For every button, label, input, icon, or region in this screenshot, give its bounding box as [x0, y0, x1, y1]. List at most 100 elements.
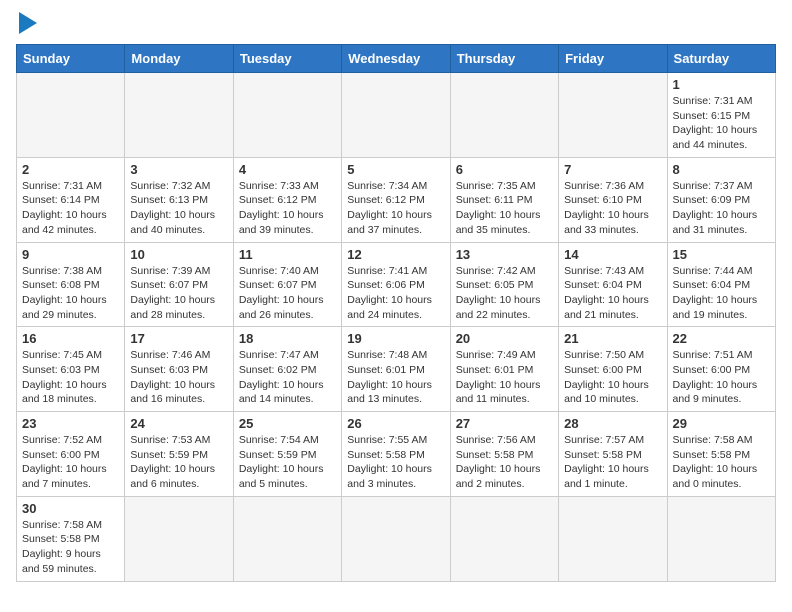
day-number: 5 [347, 162, 444, 177]
day-info: Sunrise: 7:42 AM Sunset: 6:05 PM Dayligh… [456, 264, 553, 323]
day-info: Sunrise: 7:51 AM Sunset: 6:00 PM Dayligh… [673, 348, 770, 407]
day-info: Sunrise: 7:54 AM Sunset: 5:59 PM Dayligh… [239, 433, 336, 492]
weekday-header-monday: Monday [125, 45, 233, 73]
day-number: 25 [239, 416, 336, 431]
day-number: 26 [347, 416, 444, 431]
day-number: 23 [22, 416, 119, 431]
day-number: 18 [239, 331, 336, 346]
calendar-cell: 4 Sunrise: 7:33 AM Sunset: 6:12 PM Daylig… [233, 157, 341, 242]
day-number: 7 [564, 162, 661, 177]
calendar-cell: 2 Sunrise: 7:31 AM Sunset: 6:14 PM Daylig… [17, 157, 125, 242]
day-number: 19 [347, 331, 444, 346]
day-info: Sunrise: 7:32 AM Sunset: 6:13 PM Dayligh… [130, 179, 227, 238]
day-number: 15 [673, 247, 770, 262]
day-info: Sunrise: 7:38 AM Sunset: 6:08 PM Dayligh… [22, 264, 119, 323]
day-number: 16 [22, 331, 119, 346]
calendar-cell [125, 73, 233, 158]
calendar-week-row: 2 Sunrise: 7:31 AM Sunset: 6:14 PM Daylig… [17, 157, 776, 242]
weekday-header-thursday: Thursday [450, 45, 558, 73]
calendar-cell: 12Sunrise: 7:41 AM Sunset: 6:06 PM Dayli… [342, 242, 450, 327]
day-number: 21 [564, 331, 661, 346]
day-info: Sunrise: 7:58 AM Sunset: 5:58 PM Dayligh… [673, 433, 770, 492]
day-number: 14 [564, 247, 661, 262]
calendar-cell [125, 496, 233, 581]
calendar-cell [559, 496, 667, 581]
day-number: 11 [239, 247, 336, 262]
day-info: Sunrise: 7:33 AM Sunset: 6:12 PM Dayligh… [239, 179, 336, 238]
day-number: 6 [456, 162, 553, 177]
day-info: Sunrise: 7:49 AM Sunset: 6:01 PM Dayligh… [456, 348, 553, 407]
day-info: Sunrise: 7:52 AM Sunset: 6:00 PM Dayligh… [22, 433, 119, 492]
day-info: Sunrise: 7:31 AM Sunset: 6:14 PM Dayligh… [22, 179, 119, 238]
calendar-cell: 16 Sunrise: 7:45 AM Sunset: 6:03 PM Dayli… [17, 327, 125, 412]
calendar-cell [450, 73, 558, 158]
day-info: Sunrise: 7:36 AM Sunset: 6:10 PM Dayligh… [564, 179, 661, 238]
calendar-cell: 9 Sunrise: 7:38 AM Sunset: 6:08 PM Daylig… [17, 242, 125, 327]
calendar-cell [667, 496, 775, 581]
calendar-cell [450, 496, 558, 581]
day-number: 29 [673, 416, 770, 431]
weekday-header-wednesday: Wednesday [342, 45, 450, 73]
calendar-table: SundayMondayTuesdayWednesdayThursdayFrid… [16, 44, 776, 582]
day-info: Sunrise: 7:56 AM Sunset: 5:58 PM Dayligh… [456, 433, 553, 492]
day-number: 8 [673, 162, 770, 177]
day-number: 20 [456, 331, 553, 346]
day-number: 10 [130, 247, 227, 262]
day-info: Sunrise: 7:50 AM Sunset: 6:00 PM Dayligh… [564, 348, 661, 407]
calendar-header-row: SundayMondayTuesdayWednesdayThursdayFrid… [17, 45, 776, 73]
calendar-cell: 6 Sunrise: 7:35 AM Sunset: 6:11 PM Daylig… [450, 157, 558, 242]
page-header [16, 16, 776, 34]
calendar-cell [342, 73, 450, 158]
day-number: 2 [22, 162, 119, 177]
weekday-header-tuesday: Tuesday [233, 45, 341, 73]
calendar-cell: 27 Sunrise: 7:56 AM Sunset: 5:58 PM Dayli… [450, 412, 558, 497]
calendar-cell [342, 496, 450, 581]
calendar-cell: 8Sunrise: 7:37 AM Sunset: 6:09 PM Daylig… [667, 157, 775, 242]
day-number: 22 [673, 331, 770, 346]
day-info: Sunrise: 7:48 AM Sunset: 6:01 PM Dayligh… [347, 348, 444, 407]
day-info: Sunrise: 7:57 AM Sunset: 5:58 PM Dayligh… [564, 433, 661, 492]
day-info: Sunrise: 7:39 AM Sunset: 6:07 PM Dayligh… [130, 264, 227, 323]
day-number: 4 [239, 162, 336, 177]
calendar-cell: 5Sunrise: 7:34 AM Sunset: 6:12 PM Daylig… [342, 157, 450, 242]
day-info: Sunrise: 7:58 AM Sunset: 5:58 PM Dayligh… [22, 518, 119, 577]
day-info: Sunrise: 7:55 AM Sunset: 5:58 PM Dayligh… [347, 433, 444, 492]
calendar-week-row: 1 Sunrise: 7:31 AM Sunset: 6:15 PM Daylig… [17, 73, 776, 158]
calendar-cell: 24 Sunrise: 7:53 AM Sunset: 5:59 PM Dayli… [125, 412, 233, 497]
logo-triangle-icon [19, 12, 37, 34]
day-number: 28 [564, 416, 661, 431]
day-info: Sunrise: 7:47 AM Sunset: 6:02 PM Dayligh… [239, 348, 336, 407]
weekday-header-friday: Friday [559, 45, 667, 73]
calendar-cell: 3 Sunrise: 7:32 AM Sunset: 6:13 PM Daylig… [125, 157, 233, 242]
calendar-week-row: 30 Sunrise: 7:58 AM Sunset: 5:58 PM Dayli… [17, 496, 776, 581]
calendar-cell: 22 Sunrise: 7:51 AM Sunset: 6:00 PM Dayli… [667, 327, 775, 412]
calendar-cell: 23 Sunrise: 7:52 AM Sunset: 6:00 PM Dayli… [17, 412, 125, 497]
day-info: Sunrise: 7:41 AM Sunset: 6:06 PM Dayligh… [347, 264, 444, 323]
day-number: 1 [673, 77, 770, 92]
day-info: Sunrise: 7:35 AM Sunset: 6:11 PM Dayligh… [456, 179, 553, 238]
calendar-week-row: 9 Sunrise: 7:38 AM Sunset: 6:08 PM Daylig… [17, 242, 776, 327]
calendar-cell: 26 Sunrise: 7:55 AM Sunset: 5:58 PM Dayli… [342, 412, 450, 497]
day-number: 30 [22, 501, 119, 516]
calendar-cell [233, 496, 341, 581]
calendar-cell: 18 Sunrise: 7:47 AM Sunset: 6:02 PM Dayli… [233, 327, 341, 412]
day-number: 27 [456, 416, 553, 431]
calendar-cell: 17Sunrise: 7:46 AM Sunset: 6:03 PM Dayli… [125, 327, 233, 412]
calendar-week-row: 23 Sunrise: 7:52 AM Sunset: 6:00 PM Dayli… [17, 412, 776, 497]
day-number: 3 [130, 162, 227, 177]
day-number: 9 [22, 247, 119, 262]
calendar-cell: 20 Sunrise: 7:49 AM Sunset: 6:01 PM Dayli… [450, 327, 558, 412]
calendar-cell: 15Sunrise: 7:44 AM Sunset: 6:04 PM Dayli… [667, 242, 775, 327]
day-info: Sunrise: 7:40 AM Sunset: 6:07 PM Dayligh… [239, 264, 336, 323]
calendar-cell: 10 Sunrise: 7:39 AM Sunset: 6:07 PM Dayli… [125, 242, 233, 327]
calendar-week-row: 16 Sunrise: 7:45 AM Sunset: 6:03 PM Dayli… [17, 327, 776, 412]
day-info: Sunrise: 7:53 AM Sunset: 5:59 PM Dayligh… [130, 433, 227, 492]
day-info: Sunrise: 7:31 AM Sunset: 6:15 PM Dayligh… [673, 94, 770, 153]
logo [16, 16, 37, 34]
calendar-cell [559, 73, 667, 158]
calendar-cell: 14Sunrise: 7:43 AM Sunset: 6:04 PM Dayli… [559, 242, 667, 327]
calendar-cell: 13Sunrise: 7:42 AM Sunset: 6:05 PM Dayli… [450, 242, 558, 327]
day-number: 24 [130, 416, 227, 431]
calendar-cell: 11 Sunrise: 7:40 AM Sunset: 6:07 PM Dayli… [233, 242, 341, 327]
day-info: Sunrise: 7:45 AM Sunset: 6:03 PM Dayligh… [22, 348, 119, 407]
